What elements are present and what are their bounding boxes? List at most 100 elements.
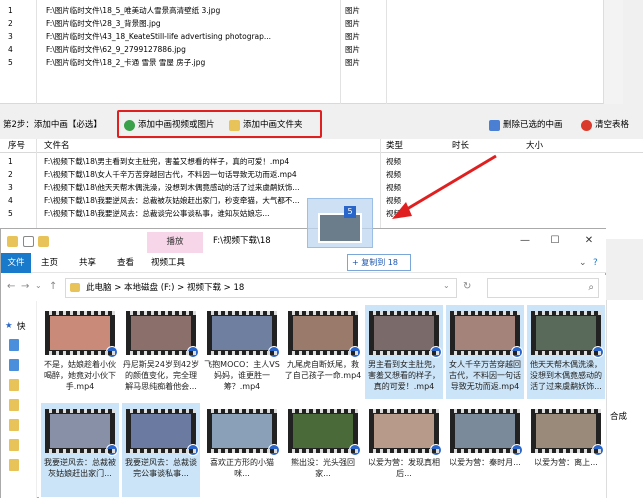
table-row[interactable]: 5 F:\图片临时文件\18_2_卡通 雪景 雪屋 房子.jpg 图片 bbox=[0, 55, 623, 70]
file-grid: 不是，姑娘趁着小伙喝醉，她竟对小伙下手.mp4 丹尼斯吴24岁到42岁的颜值变化，… bbox=[39, 301, 606, 498]
video-file-icon bbox=[106, 444, 118, 456]
video-thumbnail bbox=[369, 409, 442, 456]
refresh-icon[interactable]: ↻ bbox=[463, 281, 471, 292]
video-file-icon bbox=[268, 346, 280, 358]
delete-selected-button[interactable]: 删除已选的中画 bbox=[489, 117, 563, 133]
background-panel-edge: 合成 bbox=[606, 300, 643, 498]
file-item[interactable]: 女人千辛万苦穿越回古代，不料因一句话导致无功而返.mp4 bbox=[446, 305, 524, 399]
file-name: 我要逆风去：总裁被灰姑娘赶出家门... bbox=[44, 458, 116, 478]
folder-icon[interactable] bbox=[9, 459, 19, 471]
video-file-icon bbox=[106, 346, 118, 358]
tab-view[interactable]: 查看 bbox=[113, 253, 138, 273]
delete-selected-label: 删除已选的中画 bbox=[503, 120, 563, 130]
file-name: 飞抱MOCO：主人VS妈妈，谁更胜一筹？.mp4 bbox=[204, 360, 280, 391]
image-file-table: 1 F:\图片临时文件\18_5_唯美动人雪景高清壁纸 3.jpg 图片 2 F… bbox=[0, 0, 623, 104]
file-item[interactable]: 不是，姑娘趁着小伙喝醉，她竟对小伙下手.mp4 bbox=[41, 305, 119, 399]
ribbon-tabs: 文件 主页 共享 查看 视频工具 ⌄ ? bbox=[1, 253, 606, 273]
thumbnail-image bbox=[293, 414, 353, 448]
tab-share[interactable]: 共享 bbox=[75, 253, 100, 273]
video-file-icon bbox=[592, 444, 604, 456]
search-icon: ⌕ bbox=[588, 282, 594, 293]
header-type[interactable]: 类型 bbox=[386, 139, 403, 153]
thumbnail-image bbox=[536, 316, 596, 350]
tab-home[interactable]: 主页 bbox=[37, 253, 62, 273]
video-file-icon bbox=[430, 346, 442, 358]
thumbnail-image bbox=[212, 414, 272, 448]
clear-table-button[interactable]: 清空表格 bbox=[581, 117, 629, 133]
header-duration[interactable]: 时长 bbox=[452, 139, 469, 153]
add-folder-button[interactable]: 添加中画文件夹 bbox=[229, 117, 303, 133]
file-item[interactable]: 我要逆风去：总裁被灰姑娘赶出家门... bbox=[41, 403, 119, 497]
quick-access-icon[interactable]: ★ bbox=[5, 321, 13, 331]
file-item[interactable]: 他天天帮木偶洗澡，没想到木偶竟感动的活了过来虞鹬妖饰... bbox=[527, 305, 605, 399]
file-item[interactable]: 九尾虎自断妖尾，救了自己孩子一命.mp4 bbox=[284, 305, 362, 399]
chevron-down-icon[interactable]: ⌄ bbox=[443, 281, 450, 290]
minimize-button[interactable]: — bbox=[511, 229, 539, 253]
file-name: 以爱为营：秦时月... bbox=[449, 458, 521, 467]
delete-icon bbox=[489, 119, 500, 131]
file-item[interactable]: 以爱为营：离上... bbox=[527, 403, 605, 497]
copy-to-tooltip: + 复制到 18 bbox=[347, 254, 411, 271]
tab-file[interactable]: 文件 bbox=[1, 253, 31, 273]
chevron-down-icon[interactable]: ⌄ bbox=[35, 281, 42, 290]
file-item[interactable]: 男主看到女主肚兜，害羞又想看的样子，真的可爱！.mp4 bbox=[365, 305, 443, 399]
thumbnail-image bbox=[212, 316, 272, 350]
video-thumbnail bbox=[531, 409, 604, 456]
file-name: 熊出没：光头强回家... bbox=[291, 458, 355, 478]
file-item[interactable]: 以爱为营：秦时月... bbox=[446, 403, 524, 497]
new-folder-icon[interactable] bbox=[38, 236, 49, 247]
desktop-icon[interactable] bbox=[9, 339, 19, 351]
search-input[interactable]: ⌕ bbox=[487, 278, 599, 298]
quick-access-label[interactable]: 快 bbox=[17, 320, 26, 332]
folder-icon[interactable] bbox=[9, 439, 19, 451]
forward-icon[interactable]: → bbox=[21, 281, 29, 292]
app-window: 1 F:\图片临时文件\18_5_唯美动人雪景高清壁纸 3.jpg 图片 2 F… bbox=[0, 0, 643, 498]
add-icon bbox=[124, 119, 135, 131]
maximize-button[interactable]: ☐ bbox=[541, 229, 569, 253]
video-file-icon bbox=[349, 346, 361, 358]
play-context-tab[interactable]: 播放 bbox=[147, 232, 203, 253]
header-size[interactable]: 大小 bbox=[526, 139, 543, 153]
back-icon[interactable]: ← bbox=[7, 281, 15, 292]
file-name: 丹尼斯吴24岁到42岁的颜值变化，完全理解马思纯痴着他会... bbox=[122, 360, 200, 391]
up-icon[interactable]: ↑ bbox=[49, 281, 57, 292]
properties-icon[interactable] bbox=[23, 236, 34, 247]
add-video-or-image-button[interactable]: 添加中画视频或图片 bbox=[124, 117, 215, 133]
thumbnail-image bbox=[374, 414, 434, 448]
video-thumbnail bbox=[450, 409, 523, 456]
file-explorer-window: 播放 F:\视频下载\18 — ☐ ✕ 文件 主页 共享 查看 视频工具 ⌄ ?… bbox=[0, 228, 606, 498]
downloads-icon[interactable] bbox=[9, 359, 19, 371]
add-video-or-image-label: 添加中画视频或图片 bbox=[138, 120, 215, 130]
video-file-icon bbox=[511, 444, 523, 456]
video-file-icon bbox=[187, 346, 199, 358]
table-header: 序号 文件名 类型 时长 大小 bbox=[0, 139, 643, 153]
chevron-down-icon[interactable]: ⌄ bbox=[579, 253, 587, 273]
help-icon[interactable]: ? bbox=[593, 253, 598, 273]
file-item[interactable]: 以爱为营：发现真相后... bbox=[365, 403, 443, 497]
file-item[interactable]: 我要逆风去：总裁谈完公事谈私事... bbox=[122, 403, 200, 497]
file-item[interactable]: 飞抱MOCO：主人VS妈妈，谁更胜一筹？.mp4 bbox=[203, 305, 281, 399]
folder-icon[interactable] bbox=[9, 399, 19, 411]
thumbnail-image bbox=[536, 414, 596, 448]
folder-icon[interactable] bbox=[9, 419, 19, 431]
video-thumbnail bbox=[45, 409, 118, 456]
file-item[interactable]: 丹尼斯吴24岁到42岁的颜值变化，完全理解马思纯痴着他会... bbox=[122, 305, 200, 399]
file-item[interactable]: 熊出没：光头强回家... bbox=[284, 403, 362, 497]
tab-video-tools[interactable]: 视频工具 bbox=[147, 253, 189, 273]
folder-icon bbox=[7, 236, 18, 247]
file-item[interactable]: 喜欢正方形的小猫咪... bbox=[203, 403, 281, 497]
navigation-pane: ★ 快 bbox=[1, 301, 37, 498]
vertical-scrollbar[interactable] bbox=[603, 0, 623, 104]
address-box[interactable]: 此电脑 > 本地磁盘 (F:) > 视频下载 > 18 bbox=[65, 278, 457, 298]
folder-icon[interactable] bbox=[9, 379, 19, 391]
step2-label: 第2步：添加中画【必选】 bbox=[3, 120, 102, 130]
video-thumbnail bbox=[126, 409, 199, 456]
clear-table-label: 清空表格 bbox=[595, 120, 630, 130]
header-num[interactable]: 序号 bbox=[8, 139, 25, 153]
video-thumbnail bbox=[207, 311, 280, 358]
file-type: 图片 bbox=[345, 58, 360, 67]
row-number: 5 bbox=[8, 58, 13, 67]
close-button[interactable]: ✕ bbox=[575, 229, 603, 253]
header-name[interactable]: 文件名 bbox=[44, 139, 70, 153]
video-file-icon bbox=[592, 346, 604, 358]
